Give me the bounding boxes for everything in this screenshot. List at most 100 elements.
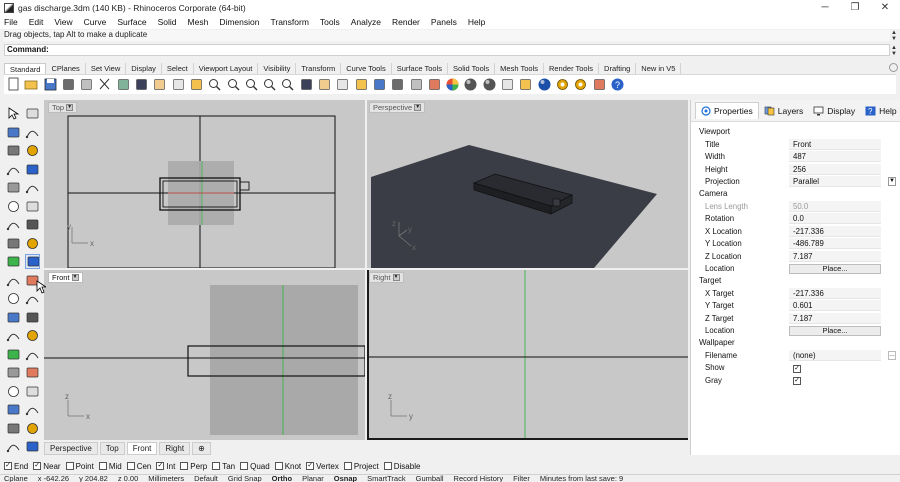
camera-place-button[interactable]: Place... [789, 263, 881, 274]
menu-panels[interactable]: Panels [431, 17, 457, 27]
viewport-right[interactable]: y z Right ▼ [367, 270, 688, 440]
light-icon[interactable] [390, 77, 405, 92]
prop-rotation-field[interactable]: 0.0 [789, 213, 881, 225]
offset-icon[interactable] [6, 310, 21, 325]
viewport-perspective[interactable]: x y z Perspective ▼ [367, 100, 688, 268]
osnap-cen-checkbox[interactable] [126, 462, 135, 470]
tab-mesh-tools[interactable]: Mesh Tools [495, 63, 544, 74]
gray-checkbox[interactable]: ✓ [793, 377, 801, 386]
copy-icon[interactable] [116, 77, 131, 92]
point-tool-icon[interactable] [25, 106, 40, 121]
import-icon[interactable] [79, 77, 94, 92]
boolean-icon[interactable] [6, 291, 21, 306]
right-view-canvas[interactable]: y z [367, 270, 688, 440]
menu-file[interactable]: File [4, 17, 18, 27]
scale-icon[interactable] [25, 347, 40, 362]
target-place-button[interactable]: Place... [789, 325, 881, 336]
toolbar-options-icon[interactable] [889, 63, 898, 72]
close-button[interactable]: ✕ [870, 0, 900, 15]
cut-icon[interactable] [97, 77, 112, 92]
options-icon[interactable] [555, 77, 570, 92]
projection-dropdown-icon[interactable]: ▼ [888, 177, 896, 187]
osnap-point[interactable]: Point [65, 462, 94, 471]
menu-dimension[interactable]: Dimension [219, 17, 259, 27]
extrude-icon[interactable] [25, 236, 40, 251]
maximize-button[interactable]: ❐ [840, 0, 870, 15]
ellipse-icon[interactable] [6, 162, 21, 177]
panel-tab-display[interactable]: Display [808, 103, 860, 119]
circle-icon[interactable] [6, 143, 21, 158]
command-line[interactable]: Command: [4, 44, 890, 56]
tab-cplanes[interactable]: CPlanes [46, 63, 86, 74]
snap-tool-icon[interactable] [25, 439, 40, 454]
viewport-front-menu-icon[interactable]: ▼ [71, 274, 79, 281]
status-layer[interactable]: Default [194, 475, 218, 482]
panel-tab-help[interactable]: ? Help [860, 103, 900, 119]
viewport-top-menu-icon[interactable]: ▼ [66, 104, 74, 111]
sun-icon[interactable] [518, 77, 533, 92]
viewport-front[interactable]: x z Front ▼ [44, 270, 365, 440]
viewport-top-label[interactable]: Top ▼ [48, 102, 78, 113]
osnap-end[interactable]: ✓ End [4, 462, 28, 471]
cplane-icon[interactable] [335, 77, 350, 92]
osnap-project-checkbox[interactable] [343, 462, 352, 470]
save-icon[interactable] [43, 77, 58, 92]
curve-edit-icon[interactable] [6, 421, 21, 436]
prop-yloc-field[interactable]: -486.789 [789, 238, 881, 250]
viewport-perspective-menu-icon[interactable]: ▼ [414, 104, 422, 111]
layer-tool-icon[interactable] [6, 439, 21, 454]
menu-render[interactable]: Render [392, 17, 420, 27]
osnap-int[interactable]: ✓ Int [156, 462, 175, 471]
menu-transform[interactable]: Transform [270, 17, 308, 27]
array-icon[interactable] [6, 365, 21, 380]
status-osnap[interactable]: Osnap [334, 475, 357, 482]
menu-tools[interactable]: Tools [320, 17, 340, 27]
osnap-quad[interactable]: Quad [240, 462, 270, 471]
viewport-tab-front[interactable]: Front [126, 441, 158, 455]
menu-solid[interactable]: Solid [158, 17, 177, 27]
tab-visibility[interactable]: Visibility [258, 63, 297, 74]
osnap-knot[interactable]: Knot [274, 462, 301, 471]
menu-help[interactable]: Help [468, 17, 485, 27]
zoom-selected-icon[interactable] [262, 77, 277, 92]
tab-transform[interactable]: Transform [296, 63, 342, 74]
add-viewport-tab-icon[interactable]: ⊕ [192, 441, 211, 455]
menu-curve[interactable]: Curve [84, 17, 107, 27]
tab-render-tools[interactable]: Render Tools [544, 63, 600, 74]
prop-xtarget-field[interactable]: -217.336 [789, 287, 881, 299]
tab-solid-tools[interactable]: Solid Tools [448, 63, 496, 74]
render-icon[interactable] [500, 77, 515, 92]
help-icon[interactable]: ? [610, 77, 625, 92]
zoom-dynamic-icon[interactable] [280, 77, 295, 92]
gear-icon[interactable] [573, 77, 588, 92]
status-filter[interactable]: Filter [513, 475, 530, 482]
select-arrow-icon[interactable] [6, 106, 21, 121]
panel-tab-properties[interactable]: Properties [695, 102, 759, 119]
prop-ztarget-field[interactable]: 7.187 [789, 312, 881, 324]
shaded-icon[interactable] [463, 77, 478, 92]
viewport-top[interactable]: x y Top ▼ [44, 100, 365, 268]
osnap-point-checkbox[interactable] [65, 462, 74, 470]
viewport-tab-perspective[interactable]: Perspective [44, 441, 98, 455]
menu-view[interactable]: View [54, 17, 72, 27]
tab-surface-tools[interactable]: Surface Tools [392, 63, 449, 74]
tab-display[interactable]: Display [126, 63, 162, 74]
tab-drafting[interactable]: Drafting [599, 63, 637, 74]
osnap-project[interactable]: Project [343, 462, 379, 471]
prop-filename-field[interactable]: (none) [789, 349, 881, 361]
osnap-cen[interactable]: Cen [126, 462, 151, 471]
zoom-window-icon[interactable] [226, 77, 241, 92]
open-file-icon[interactable] [24, 77, 39, 92]
perspective-view-canvas[interactable]: x y z [367, 100, 688, 268]
grid-icon[interactable] [317, 77, 332, 92]
osnap-tan[interactable]: Tan [212, 462, 235, 471]
osnap-perp-checkbox[interactable] [180, 462, 189, 470]
arc-icon[interactable] [6, 180, 21, 195]
osnap-mid[interactable]: Mid [98, 462, 122, 471]
front-view-canvas[interactable]: x z [44, 270, 365, 440]
command-scroll[interactable]: ▲ ▼ [890, 30, 898, 42]
status-record-history[interactable]: Record History [454, 475, 504, 482]
status-gumball[interactable]: Gumball [416, 475, 444, 482]
status-grid-snap[interactable]: Grid Snap [228, 475, 262, 482]
osnap-mid-checkbox[interactable] [98, 462, 107, 470]
